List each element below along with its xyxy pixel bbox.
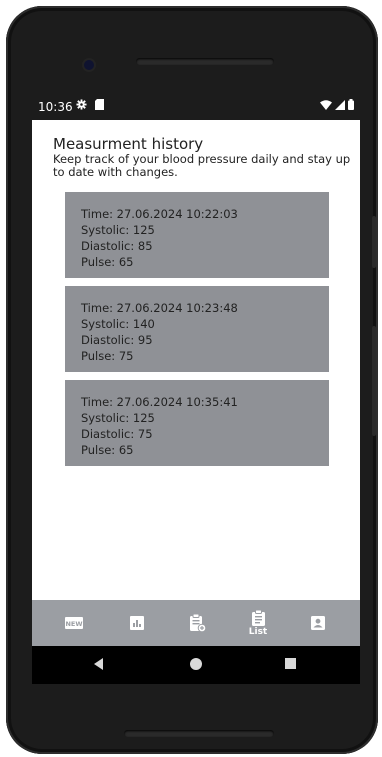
nav-chart[interactable] bbox=[117, 600, 157, 646]
measurement-diastolic: Diastolic: 75 bbox=[81, 427, 153, 441]
measurement-card[interactable]: Time: 27.06.2024 10:35:41 Systolic: 125 … bbox=[65, 380, 329, 466]
measurement-time: Time: 27.06.2024 10:22:03 bbox=[81, 207, 238, 221]
nav-list[interactable]: List bbox=[238, 600, 278, 646]
recents-icon[interactable] bbox=[285, 658, 296, 669]
status-time: 10:36 bbox=[38, 100, 73, 114]
front-camera bbox=[84, 60, 94, 70]
measurement-list: Time: 27.06.2024 10:22:03 Systolic: 125 … bbox=[65, 192, 329, 474]
nav-add-measurement[interactable] bbox=[178, 600, 218, 646]
clipboard-add-icon bbox=[190, 614, 206, 632]
bottom-navigation: NEW List bbox=[32, 600, 360, 646]
measurement-time: Time: 27.06.2024 10:35:41 bbox=[81, 395, 238, 409]
status-icons-left bbox=[76, 99, 104, 110]
earpiece-speaker bbox=[136, 58, 274, 65]
new-icon: NEW bbox=[65, 617, 83, 629]
measurement-card[interactable]: Time: 27.06.2024 10:22:03 Systolic: 125 … bbox=[65, 192, 329, 278]
measurement-pulse: Pulse: 75 bbox=[81, 349, 134, 363]
wifi-icon bbox=[320, 99, 332, 110]
nav-profile[interactable] bbox=[298, 600, 338, 646]
system-navigation-bar bbox=[32, 646, 360, 684]
measurement-systolic: Systolic: 140 bbox=[81, 317, 155, 331]
measurement-time: Time: 27.06.2024 10:23:48 bbox=[81, 301, 238, 315]
home-icon[interactable] bbox=[190, 658, 202, 670]
signal-icon bbox=[335, 99, 345, 110]
battery-icon bbox=[348, 99, 354, 110]
nav-list-label: List bbox=[248, 626, 268, 637]
app-screen: Measurment history Keep track of your bl… bbox=[32, 120, 360, 600]
measurement-card[interactable]: Time: 27.06.2024 10:23:48 Systolic: 140 … bbox=[65, 286, 329, 372]
gear-icon bbox=[76, 99, 87, 110]
measurement-pulse: Pulse: 65 bbox=[81, 255, 134, 269]
status-icons-right bbox=[320, 99, 354, 110]
clipboard-list-icon bbox=[251, 609, 265, 626]
measurement-diastolic: Diastolic: 95 bbox=[81, 333, 153, 347]
volume-button bbox=[372, 326, 376, 436]
back-icon[interactable] bbox=[94, 658, 103, 670]
chart-icon bbox=[130, 616, 144, 630]
status-bar: 10:36 bbox=[32, 96, 358, 120]
page-subtitle: Keep track of your blood pressure daily … bbox=[53, 152, 351, 179]
measurement-pulse: Pulse: 65 bbox=[81, 443, 134, 457]
measurement-diastolic: Diastolic: 85 bbox=[81, 239, 153, 253]
new-badge-text: NEW bbox=[65, 620, 82, 628]
profile-icon bbox=[311, 616, 325, 630]
sd-card-icon bbox=[95, 99, 104, 110]
power-button bbox=[372, 216, 376, 268]
measurement-systolic: Systolic: 125 bbox=[81, 411, 155, 425]
page-title: Measurment history bbox=[53, 135, 204, 153]
nav-new[interactable]: NEW bbox=[54, 600, 94, 646]
measurement-systolic: Systolic: 125 bbox=[81, 223, 155, 237]
bottom-speaker bbox=[124, 730, 274, 737]
